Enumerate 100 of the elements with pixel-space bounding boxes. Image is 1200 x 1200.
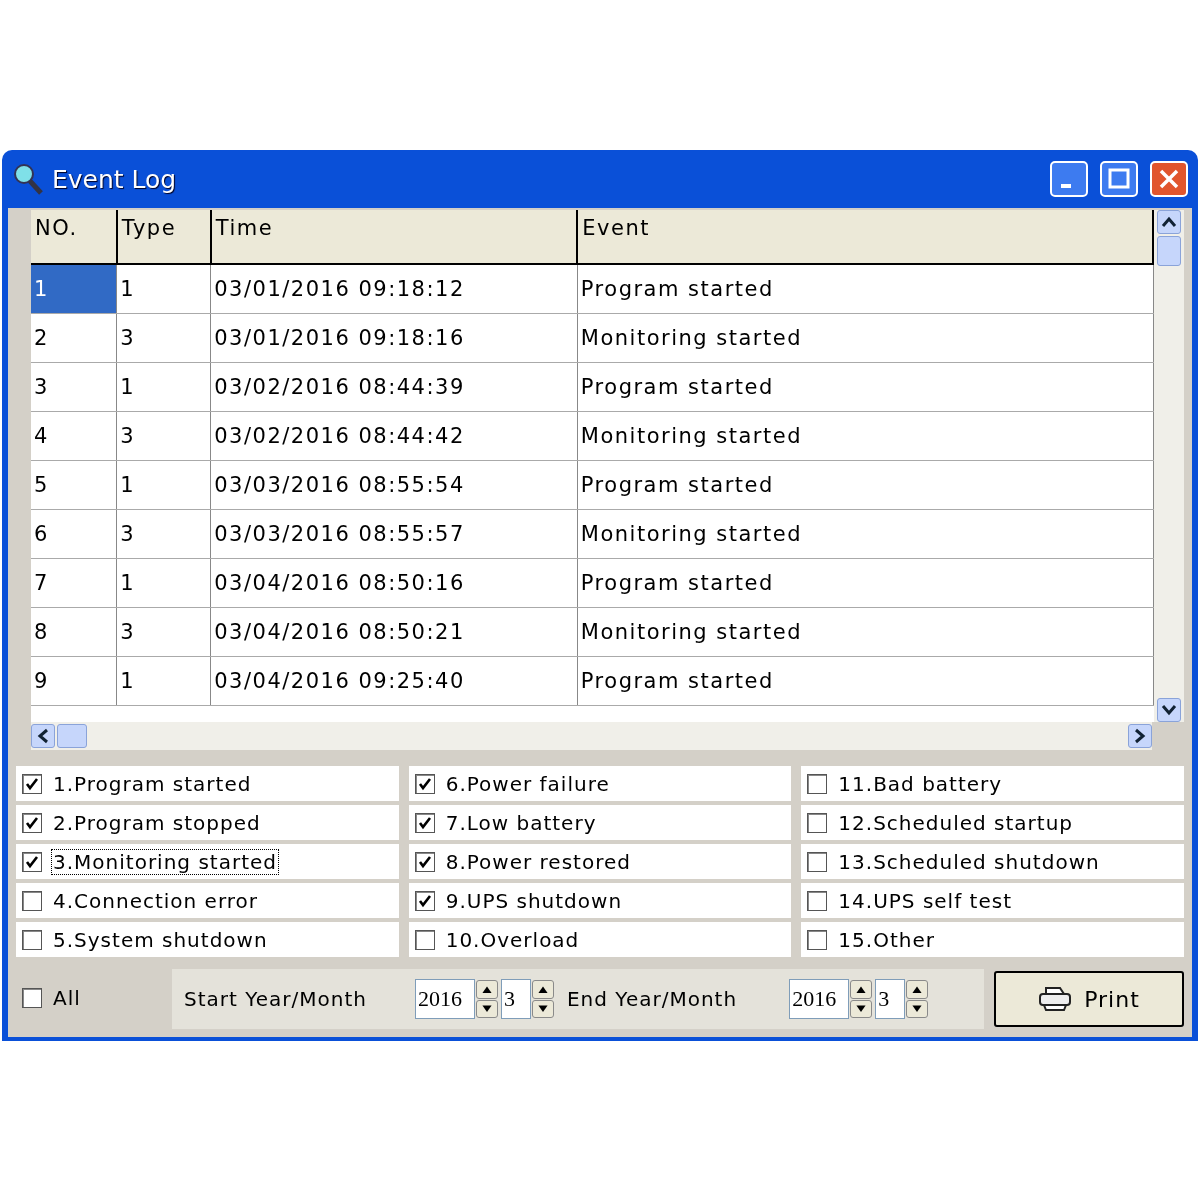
month-field[interactable]: 3	[501, 979, 531, 1019]
checkbox[interactable]	[22, 851, 42, 872]
table-cell: 1	[31, 264, 117, 314]
scroll-down-button[interactable]	[1157, 698, 1181, 722]
checkbox-label: 13.Scheduled shutdown	[837, 849, 1101, 874]
table-cell: 4	[31, 411, 117, 461]
checkbox-label: 8.Power restored	[444, 849, 632, 874]
print-button[interactable]: Print	[994, 971, 1184, 1027]
table-cell: 1	[116, 558, 211, 608]
window-title: Event Log	[52, 164, 178, 194]
checkbox[interactable]	[22, 812, 42, 833]
scrollbar-thumb[interactable]	[57, 724, 87, 748]
month-field[interactable]: 3	[875, 979, 906, 1019]
checkbox-label: 2.Program stopped	[52, 810, 262, 835]
checkbox[interactable]	[414, 929, 435, 950]
column-header[interactable]: NO.	[31, 210, 117, 264]
checkbox-label: 3.Monitoring started	[52, 849, 278, 874]
table-cell: 03/01/2016 09:18:12	[210, 264, 578, 314]
checkbox[interactable]	[414, 773, 435, 794]
checkbox[interactable]	[414, 812, 435, 833]
checkbox[interactable]	[414, 851, 435, 872]
checkbox[interactable]	[22, 988, 42, 1008]
checkbox-label: 10.Overload	[444, 927, 581, 952]
table-cell: 1	[116, 656, 211, 706]
magnifier-icon	[12, 162, 44, 196]
table-cell: 03/04/2016 08:50:21	[210, 607, 578, 657]
table-cell: 3	[116, 313, 211, 363]
caret-left-icon	[37, 728, 49, 744]
checkbox-label: 11.Bad battery	[837, 771, 1004, 796]
table-cell: 6	[31, 509, 117, 559]
checkbox[interactable]	[807, 812, 828, 833]
checkbox-label: 14.UPS self test	[837, 888, 1013, 913]
table-cell: Program started	[577, 460, 1153, 510]
table-cell: Program started	[577, 558, 1153, 608]
printer-icon	[1039, 987, 1072, 1011]
checkbox[interactable]	[807, 890, 828, 911]
table-cell: Monitoring started	[577, 509, 1153, 559]
column-header[interactable]: Event	[577, 210, 1153, 264]
checkbox[interactable]	[807, 773, 828, 794]
caret-right-icon	[1134, 728, 1146, 744]
checkbox[interactable]	[22, 890, 42, 911]
minimize-icon	[1061, 184, 1071, 188]
table-cell: Monitoring started	[577, 607, 1153, 657]
spin-down-button[interactable]	[906, 999, 929, 1018]
range-label: End Year/Month	[567, 987, 738, 1011]
scroll-right-button[interactable]	[1128, 724, 1152, 748]
checkbox[interactable]	[807, 851, 828, 872]
table-cell: Monitoring started	[577, 411, 1153, 461]
minimize-button[interactable]	[1050, 161, 1088, 197]
year-field[interactable]: 2016	[789, 979, 850, 1019]
checkbox[interactable]	[22, 773, 42, 794]
table-cell: 03/02/2016 08:44:39	[210, 362, 578, 412]
table-cell: 1	[116, 362, 211, 412]
spin-up-button[interactable]	[906, 980, 929, 999]
table-cell: 03/01/2016 09:18:16	[210, 313, 578, 363]
close-icon	[1158, 168, 1180, 190]
spin-down-button[interactable]	[532, 999, 554, 1018]
checkbox-label: 9.UPS shutdown	[444, 888, 624, 913]
range-label: Start Year/Month	[184, 987, 367, 1011]
checkbox[interactable]	[22, 929, 42, 950]
table-cell: 9	[31, 656, 117, 706]
year-field[interactable]: 2016	[415, 979, 475, 1019]
table-cell: 8	[31, 607, 117, 657]
table-cell: Program started	[577, 362, 1153, 412]
table-cell: 1	[116, 264, 211, 314]
table-cell: 7	[31, 558, 117, 608]
table-cell: Monitoring started	[577, 313, 1153, 363]
column-header[interactable]: Type	[116, 210, 211, 264]
table-cell: 03/03/2016 08:55:54	[210, 460, 578, 510]
table-cell: 03/04/2016 09:25:40	[210, 656, 578, 706]
checkbox-label: 1.Program started	[52, 771, 253, 796]
spin-up-button[interactable]	[532, 980, 554, 999]
spin-down-button[interactable]	[850, 999, 873, 1018]
scroll-up-button[interactable]	[1157, 210, 1181, 234]
checkbox-label: 7.Low battery	[444, 810, 598, 835]
table-cell: 2	[31, 313, 117, 363]
maximize-button[interactable]	[1100, 161, 1138, 197]
maximize-icon	[1108, 168, 1130, 190]
scrollbar-thumb[interactable]	[1157, 236, 1181, 266]
checkbox-label: All	[52, 986, 82, 1010]
caret-down-icon	[1161, 704, 1177, 716]
table-cell: 5	[31, 460, 117, 510]
table-cell: 3	[31, 362, 117, 412]
table-cell: 3	[116, 607, 211, 657]
spin-up-button[interactable]	[850, 980, 873, 999]
checkbox-label: 4.Connection error	[52, 888, 260, 913]
checkbox-label: 5.System shutdown	[52, 927, 269, 952]
table-cell: 03/04/2016 08:50:16	[210, 558, 578, 608]
table-cell: Program started	[577, 264, 1153, 314]
spin-up-button[interactable]	[476, 980, 498, 999]
spin-down-button[interactable]	[476, 999, 498, 1018]
column-header[interactable]: Time	[210, 210, 578, 264]
table-cell: Program started	[577, 656, 1153, 706]
checkbox[interactable]	[414, 890, 435, 911]
table-cell: 3	[116, 509, 211, 559]
table-cell: 3	[116, 411, 211, 461]
scroll-left-button[interactable]	[31, 724, 55, 748]
checkbox[interactable]	[807, 929, 828, 950]
table-cell: 1	[116, 460, 211, 510]
close-button[interactable]	[1150, 161, 1188, 197]
